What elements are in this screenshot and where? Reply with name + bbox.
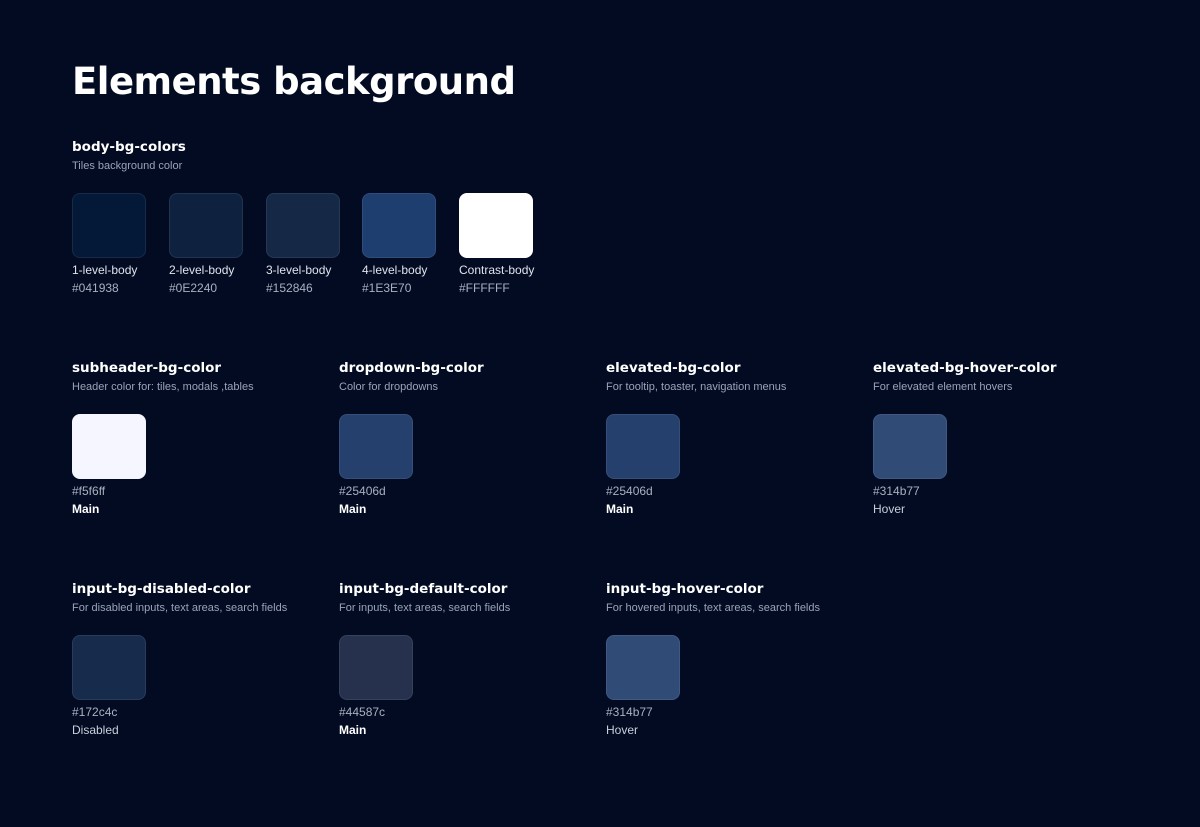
swatch-hex: #041938 — [72, 281, 119, 295]
color-chip[interactable] — [72, 635, 146, 700]
color-chip[interactable] — [266, 193, 340, 258]
input-bg-hover-color-section: input-bg-hover-color For hovered inputs,… — [606, 580, 856, 740]
input-bg-default-color-section: input-bg-default-color For inputs, text … — [339, 580, 589, 740]
swatch-dropdown[interactable]: #25406d Main — [339, 414, 413, 516]
swatch-hex: #0E2240 — [169, 281, 218, 295]
swatch-state: Disabled — [72, 723, 119, 737]
swatch-name: 2-level-body — [169, 263, 235, 277]
swatch-hex: #1E3E70 — [362, 281, 412, 295]
swatch-hex: #25406d — [339, 484, 386, 498]
swatch-name: 4-level-body — [362, 263, 428, 277]
swatch-name: 3-level-body — [266, 263, 332, 277]
elevated-bg-color-section: elevated-bg-color For tooltip, toaster, … — [606, 359, 856, 519]
swatch-input-disabled[interactable]: #172c4c Disabled — [72, 635, 146, 737]
page-title: Elements background — [72, 60, 516, 103]
section-description: For tooltip, toaster, navigation menus — [606, 381, 787, 393]
dropdown-bg-color-section: dropdown-bg-color Color for dropdowns #2… — [339, 359, 589, 519]
swatch-elevated-hover[interactable]: #314b77 Hover — [873, 414, 947, 516]
swatch-hex: #152846 — [266, 281, 313, 295]
color-chip[interactable] — [339, 635, 413, 700]
section-description: Header color for: tiles, modals ,tables — [72, 381, 254, 393]
swatch-1-level-body[interactable]: 1-level-body #041938 — [72, 193, 146, 295]
swatch-subheader[interactable]: #f5f6ff Main — [72, 414, 146, 516]
color-chip[interactable] — [72, 414, 146, 479]
swatch-state: Main — [339, 502, 367, 516]
swatch-state: Main — [339, 723, 367, 737]
section-title: input-bg-disabled-color — [72, 581, 251, 597]
swatch-state: Hover — [873, 502, 906, 516]
swatch-hex: #314b77 — [606, 705, 653, 719]
section-title: input-bg-default-color — [339, 581, 508, 597]
swatch-hex: #25406d — [606, 484, 653, 498]
section-description: For inputs, text areas, search fields — [339, 602, 511, 614]
swatch-hex: #172c4c — [72, 705, 118, 719]
swatch-contrast-body[interactable]: Contrast-body #FFFFFF — [459, 193, 535, 295]
color-chip[interactable] — [606, 635, 680, 700]
color-chip[interactable] — [72, 193, 146, 258]
subheader-bg-color-section: subheader-bg-color Header color for: til… — [72, 359, 322, 519]
swatch-input-default[interactable]: #44587c Main — [339, 635, 413, 737]
section-description: For disabled inputs, text areas, search … — [72, 602, 288, 614]
section-title: elevated-bg-hover-color — [873, 360, 1057, 376]
section-description: For elevated element hovers — [873, 381, 1013, 393]
swatch-3-level-body[interactable]: 3-level-body #152846 — [266, 193, 340, 295]
swatch-hex: #314b77 — [873, 484, 920, 498]
swatch-2-level-body[interactable]: 2-level-body #0E2240 — [169, 193, 243, 295]
swatch-name: 1-level-body — [72, 263, 138, 277]
elevated-bg-hover-color-section: elevated-bg-hover-color For elevated ele… — [873, 359, 1123, 519]
color-chip[interactable] — [339, 414, 413, 479]
input-bg-disabled-color-section: input-bg-disabled-color For disabled inp… — [72, 580, 322, 740]
swatch-state: Main — [606, 502, 634, 516]
color-chip[interactable] — [169, 193, 243, 258]
swatch-name: Contrast-body — [459, 263, 535, 277]
color-chip[interactable] — [606, 414, 680, 479]
swatch-hex: #f5f6ff — [72, 484, 106, 498]
body-bg-colors-section: body-bg-colors Tiles background color 1-… — [72, 138, 592, 298]
section-title: body-bg-colors — [72, 139, 186, 155]
swatch-elevated[interactable]: #25406d Main — [606, 414, 680, 516]
section-description: Tiles background color — [72, 160, 183, 172]
section-description: For hovered inputs, text areas, search f… — [606, 602, 820, 614]
swatch-input-hover[interactable]: #314b77 Hover — [606, 635, 680, 737]
section-title: subheader-bg-color — [72, 360, 222, 376]
color-chip[interactable] — [362, 193, 436, 258]
section-title: elevated-bg-color — [606, 360, 741, 376]
color-chip[interactable] — [873, 414, 947, 479]
color-chip[interactable] — [459, 193, 533, 258]
swatch-hex: #44587c — [339, 705, 386, 719]
swatch-state: Hover — [606, 723, 639, 737]
section-title: dropdown-bg-color — [339, 360, 484, 376]
section-title: input-bg-hover-color — [606, 581, 764, 597]
section-description: Color for dropdowns — [339, 381, 439, 393]
swatch-state: Main — [72, 502, 100, 516]
swatch-hex: #FFFFFF — [459, 281, 510, 295]
swatch-4-level-body[interactable]: 4-level-body #1E3E70 — [362, 193, 436, 295]
